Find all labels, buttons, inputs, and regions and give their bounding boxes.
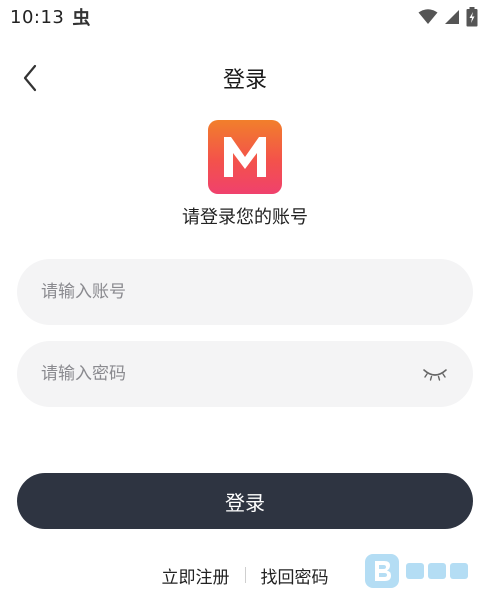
battery-charging-icon <box>466 7 478 27</box>
b-logo-icon <box>365 554 468 588</box>
page-title: 登录 <box>222 68 267 93</box>
forgot-password-link[interactable]: 找回密码 <box>261 563 329 588</box>
login-subtitle: 请登录您的账号 <box>182 207 308 228</box>
link-divider <box>244 567 246 583</box>
header: 登录 <box>0 56 490 100</box>
app-logo <box>208 120 282 194</box>
wifi-icon <box>418 9 438 24</box>
eye-closed-icon <box>423 369 447 381</box>
login-button[interactable]: 登录 <box>17 473 473 529</box>
login-page: 10:13 虫 登录 请登录您的账号 请输入账号 登录 立即注册 找回密码 <box>0 0 490 600</box>
signal-icon <box>445 10 459 24</box>
password-visibility-toggle[interactable] <box>421 364 449 384</box>
account-input[interactable] <box>41 282 449 302</box>
password-field <box>17 341 473 407</box>
bug-notification-icon: 虫 <box>72 8 91 29</box>
password-input[interactable] <box>41 364 421 384</box>
register-link[interactable]: 立即注册 <box>162 563 230 588</box>
status-left: 10:13 虫 <box>10 4 90 30</box>
status-time: 10:13 <box>10 6 65 28</box>
status-bar: 10:13 虫 <box>0 0 490 34</box>
m-logo-icon <box>224 137 266 177</box>
back-button[interactable] <box>16 62 44 94</box>
status-right <box>418 7 478 27</box>
chevron-left-icon <box>23 64 37 92</box>
account-field <box>17 259 473 325</box>
